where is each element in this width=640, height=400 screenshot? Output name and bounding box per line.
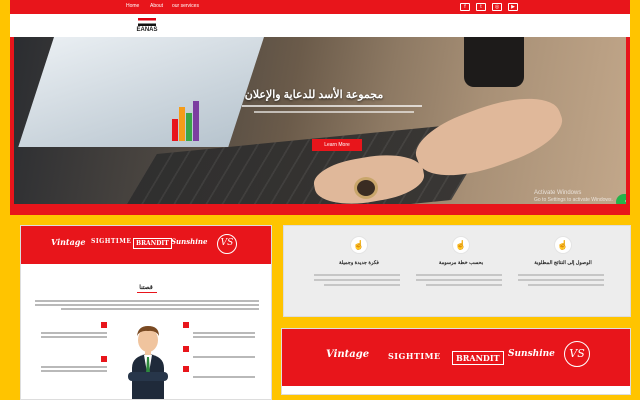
feature-icon [101, 356, 107, 362]
brand-badge-vs: VS [217, 234, 237, 254]
feature-text-line [416, 279, 502, 281]
feature-icon [101, 322, 107, 328]
instagram-icon[interactable]: ◎ [492, 3, 502, 11]
brand-logo-vintage: Vintage [51, 237, 86, 247]
hero-banner: مجموعة الأسد للدعاية والإعلان Learn More… [14, 37, 626, 204]
hand-point-icon: ☝ [350, 236, 368, 254]
coffee-mug-image [464, 37, 524, 87]
feature-text-line [41, 332, 107, 334]
activate-line-2: Go to Settings to activate Windows. [534, 197, 613, 203]
feature-column-title: فكرة جديدة وجميلة [339, 260, 379, 266]
hero-subtitle-line [242, 105, 422, 107]
features-screenshot: ☝ ☝ ☝ فكرة جديدة وجميلة بحسب خطة مرسومة … [283, 225, 631, 317]
feature-text-line [193, 332, 255, 334]
top-navbar: Home About our services f t ◎ ▶ [10, 0, 630, 14]
feature-text-line [41, 370, 107, 372]
watch-image [354, 177, 378, 199]
activate-windows-watermark: Activate Windows Go to Settings to activ… [534, 190, 613, 204]
hero-title: مجموعة الأسد للدعاية والإعلان [244, 89, 384, 101]
logo-bar: EANAS [10, 14, 630, 37]
feature-text-line [41, 336, 107, 338]
hero-screenshot: Home About our services f t ◎ ▶ EANAS مج… [10, 0, 630, 215]
title-underline [137, 292, 157, 293]
paragraph-line [35, 300, 259, 302]
bar-chart-icon [172, 97, 200, 141]
feature-text-line [193, 356, 255, 358]
feature-column-title: الوصول إلى النتائج المطلوبة [534, 260, 592, 266]
feature-text-line [193, 336, 255, 338]
about-title: قصتنا [139, 285, 153, 291]
brand-logo-sightime: SIGHTIME [91, 238, 132, 245]
nav-link-about[interactable]: About [150, 3, 163, 9]
learn-more-button[interactable]: Learn More [312, 139, 362, 151]
feature-text-line [518, 274, 604, 276]
feature-text-line [518, 279, 604, 281]
feature-icon [183, 366, 189, 372]
feature-column-title: بحسب خطة مرسومة [438, 260, 484, 266]
youtube-icon[interactable]: ▶ [508, 3, 518, 11]
feature-text-line [416, 274, 502, 276]
activate-line-1: Activate Windows [534, 190, 582, 196]
brand-logo-brandit: BRANDIT [452, 351, 504, 365]
feature-icon [183, 346, 189, 352]
brand-logo-brandit: BRANDIT [133, 238, 172, 249]
feature-text-line [314, 274, 400, 276]
brand-logo-sightime: SIGHTIME [388, 351, 441, 361]
feature-icon [183, 322, 189, 328]
feature-text-line [426, 284, 502, 286]
feature-text-line [314, 279, 400, 281]
brand-logo-vintage: Vintage [326, 349, 370, 360]
twitter-icon[interactable]: t [476, 3, 486, 11]
hero-bottom-bar [10, 205, 630, 215]
logo-text: EANAS [136, 27, 158, 33]
brand-badge-vs: VS [564, 341, 590, 367]
feature-text-line [324, 284, 400, 286]
feature-text-line [528, 284, 604, 286]
hand-point-icon: ☝ [452, 236, 470, 254]
brand-logo-sunshine: Sunshine [508, 349, 555, 359]
feature-text-line [41, 366, 107, 368]
paragraph-line [35, 304, 259, 306]
brand-logo-sunshine: Sunshine [171, 237, 208, 246]
facebook-icon[interactable]: f [460, 3, 470, 11]
chat-bubble-icon[interactable]: ● [616, 194, 626, 204]
nav-link-services[interactable]: our services [172, 3, 199, 9]
hand-point-icon: ☝ [554, 236, 572, 254]
nav-link-home[interactable]: Home [126, 3, 139, 9]
flag-icon [138, 18, 156, 26]
hero-subtitle-line [254, 111, 414, 113]
paragraph-line [61, 308, 259, 310]
brand-strip: Vintage SIGHTIME BRANDIT Sunshine VS [21, 226, 271, 264]
about-screenshot: Vintage SIGHTIME BRANDIT Sunshine VS قصت… [20, 225, 272, 400]
site-logo[interactable]: EANAS [132, 16, 162, 35]
brands-bottom-bar [282, 386, 630, 394]
brands-screenshot: Vintage SIGHTIME BRANDIT Sunshine VS [281, 328, 631, 395]
feature-text-line [193, 376, 255, 378]
businessman-illustration [128, 326, 168, 399]
